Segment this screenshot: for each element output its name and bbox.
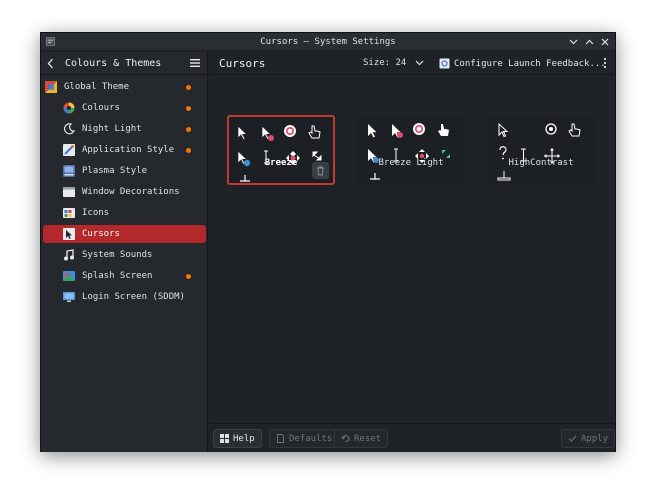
reset-label: Reset — [354, 433, 382, 444]
application-style-icon — [63, 144, 75, 156]
close-button[interactable] — [599, 35, 611, 48]
more-options-icon[interactable] — [603, 57, 607, 69]
changed-indicator-dot — [186, 274, 191, 279]
music-note-icon — [64, 249, 74, 261]
sidebar-item-label: Plasma Style — [82, 166, 148, 176]
theme-label-breeze-light: Breeze Light — [378, 158, 444, 168]
changed-indicator-dot — [186, 127, 191, 132]
highcontrast-cursor-preview — [497, 122, 581, 181]
sidebar: Colours & Themes Global Theme Colours Ni… — [41, 52, 208, 452]
sidebar-item-label: Cursors — [82, 229, 120, 239]
chevron-up-icon — [585, 39, 593, 44]
window-decorations-icon — [63, 187, 75, 197]
sidebar-item-label: Icons — [82, 208, 110, 218]
sidebar-item-label: Application Style — [82, 145, 175, 155]
sidebar-item-global-theme[interactable]: Global Theme — [45, 78, 206, 96]
minimize-button[interactable] — [567, 35, 579, 48]
defaults-label: Defaults — [289, 433, 333, 444]
sidebar-item-application-style[interactable]: Application Style — [63, 141, 206, 159]
main-panel: Cursors Size: 24 Configure Launch Feedba… — [209, 52, 616, 452]
footer-bar: Help Defaults Reset Apply — [209, 423, 616, 452]
apply-button[interactable]: Apply — [561, 429, 616, 448]
close-icon — [601, 38, 609, 45]
changed-indicator-dot — [186, 148, 191, 153]
sidebar-item-label: Login Screen (SDDM) — [82, 292, 185, 302]
back-button[interactable] — [47, 56, 59, 70]
chevron-left-icon — [47, 58, 53, 68]
sidebar-item-label: Global Theme — [64, 82, 130, 92]
global-theme-icon — [45, 81, 57, 93]
sidebar-item-system-sounds[interactable]: System Sounds — [63, 246, 206, 264]
plasma-style-icon — [63, 165, 75, 177]
title-bar: Cursors — System Settings — [41, 33, 615, 51]
cursors-icon — [63, 228, 75, 240]
document-icon — [277, 434, 284, 443]
sidebar-item-cursors[interactable]: Cursors — [43, 225, 206, 243]
sidebar-item-label: Colours — [82, 103, 120, 113]
colours-icon — [63, 102, 75, 114]
theme-label-highcontrast: HighContrast — [508, 158, 574, 168]
help-button[interactable]: Help — [213, 429, 262, 448]
main-header: Cursors Size: 24 Configure Launch Feedba… — [209, 52, 615, 75]
sidebar-item-label: Splash Screen — [82, 271, 153, 281]
help-icon — [220, 434, 229, 443]
reset-button[interactable]: Reset — [334, 429, 389, 448]
theme-card-breeze-light[interactable] — [357, 115, 465, 185]
sidebar-item-label: Night Light — [82, 124, 142, 134]
sidebar-item-night-light[interactable]: Night Light — [63, 120, 206, 138]
window-title: Cursors — System Settings — [260, 36, 396, 47]
help-label: Help — [233, 433, 255, 444]
sidebar-item-login-screen[interactable]: Login Screen (SDDM) — [63, 288, 206, 306]
sidebar-item-label: System Sounds — [82, 250, 153, 260]
system-settings-app-icon — [46, 37, 55, 46]
sidebar-item-window-decorations[interactable]: Window Decorations — [63, 183, 206, 201]
splash-screen-icon — [63, 271, 75, 281]
theme-card-highcontrast[interactable] — [487, 115, 595, 185]
sidebar-item-label: Window Decorations — [82, 187, 180, 197]
sidebar-item-colours[interactable]: Colours — [63, 99, 206, 117]
system-settings-window: Cursors — System Settings Colours & Them… — [40, 32, 616, 452]
changed-indicator-dot — [186, 106, 191, 111]
night-light-icon — [63, 123, 75, 135]
login-screen-icon — [63, 292, 75, 302]
undo-icon — [341, 435, 350, 443]
chevron-down-icon — [569, 39, 577, 44]
cursor-size-dropdown[interactable]: Size: 24 — [363, 58, 406, 68]
checkmark-icon — [568, 435, 577, 442]
chevron-down-icon[interactable] — [415, 60, 424, 66]
theme-label-breeze: Breeze — [264, 158, 298, 168]
launch-feedback-icon — [439, 58, 450, 69]
sidebar-item-plasma-style[interactable]: Plasma Style — [63, 162, 206, 180]
apply-label: Apply — [581, 433, 609, 444]
changed-indicator-dot — [186, 85, 191, 90]
icons-icon — [63, 208, 75, 218]
defaults-button[interactable]: Defaults — [269, 429, 340, 448]
launch-feedback-label: Configure Launch Feedback... — [454, 58, 606, 69]
breeze-light-cursor-preview — [368, 123, 450, 180]
sidebar-header: Colours & Themes — [41, 52, 207, 75]
page-title: Cursors — [219, 56, 266, 70]
hamburger-menu-icon[interactable] — [190, 58, 200, 68]
sidebar-header-title: Colours & Themes — [65, 57, 162, 69]
theme-card-breeze[interactable] — [227, 115, 335, 185]
maximize-button[interactable] — [583, 35, 595, 48]
configure-launch-feedback-button[interactable]: Configure Launch Feedback... — [439, 56, 606, 71]
sidebar-item-icons[interactable]: Icons — [63, 204, 206, 222]
sidebar-item-splash-screen[interactable]: Splash Screen — [63, 267, 206, 285]
